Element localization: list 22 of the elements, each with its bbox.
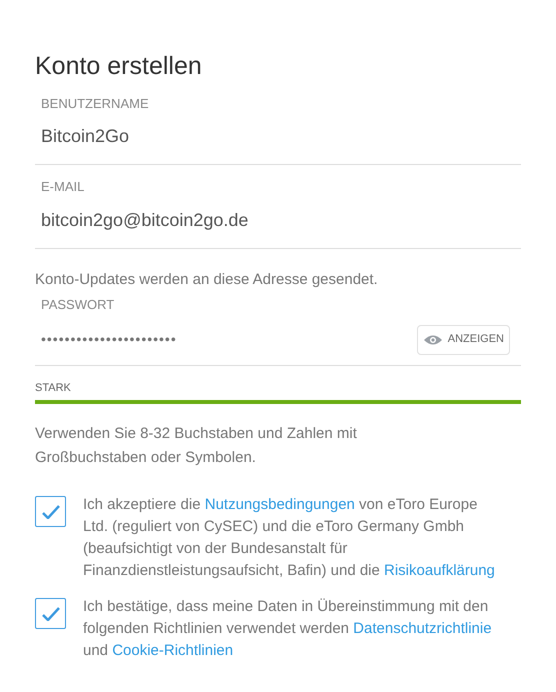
field-hint: Konto-Updates werden an diese Adresse gesendet.: [35, 270, 379, 290]
consent-text: Ich bestätige, dass meine Daten in Übereinstimmung mit den folgenden Richtlinien verwendet werden Datenschutzrichtlinie und Cookie-Richtlinien: [83, 597, 493, 661]
policy-link[interactable]: Datenschutzrichtlinie: [353, 620, 492, 637]
checkmark-icon: [42, 504, 60, 518]
page-title: Konto erstellen: [35, 51, 203, 82]
field-label: E-MAIL: [41, 178, 86, 196]
password-field[interactable]: •••••••••••••••••••••••: [41, 329, 341, 350]
password-rule: Verwenden Sie 8-32 Buchstaben und Zahlen mit Großbuchstaben oder Symbolen.: [35, 424, 358, 468]
field-label: PASSWORT: [41, 296, 116, 314]
policy-link[interactable]: Nutzungsbedingungen: [204, 496, 355, 513]
eye-icon: [422, 334, 443, 346]
show-password-button[interactable]: ANZEIGEN: [416, 324, 510, 354]
checkmark-icon: [42, 606, 60, 620]
strength-label: STARK: [35, 380, 72, 396]
policy-link[interactable]: Risikoaufklärung: [384, 562, 495, 579]
policy-link[interactable]: Cookie-Richtlinien: [112, 642, 234, 659]
checkbox[interactable]: [35, 598, 66, 629]
input-field[interactable]: bitcoin2go@bitcoin2go.de: [41, 206, 521, 234]
input-field[interactable]: Bitcoin2Go: [41, 123, 521, 150]
field-label: BENUTZERNAME: [41, 94, 150, 112]
consent-text: Ich akzeptiere die Nutzungsbedingungen von eToro Europe Ltd. (reguliert von CySEC) und die eToro Germany Gmbh (beaufsichtigt von der Bundesanstalt für Finanzdienstleistungsaufsicht, Bafin) und die Risikoaufklärung: [83, 495, 496, 581]
checkbox[interactable]: [35, 496, 66, 527]
